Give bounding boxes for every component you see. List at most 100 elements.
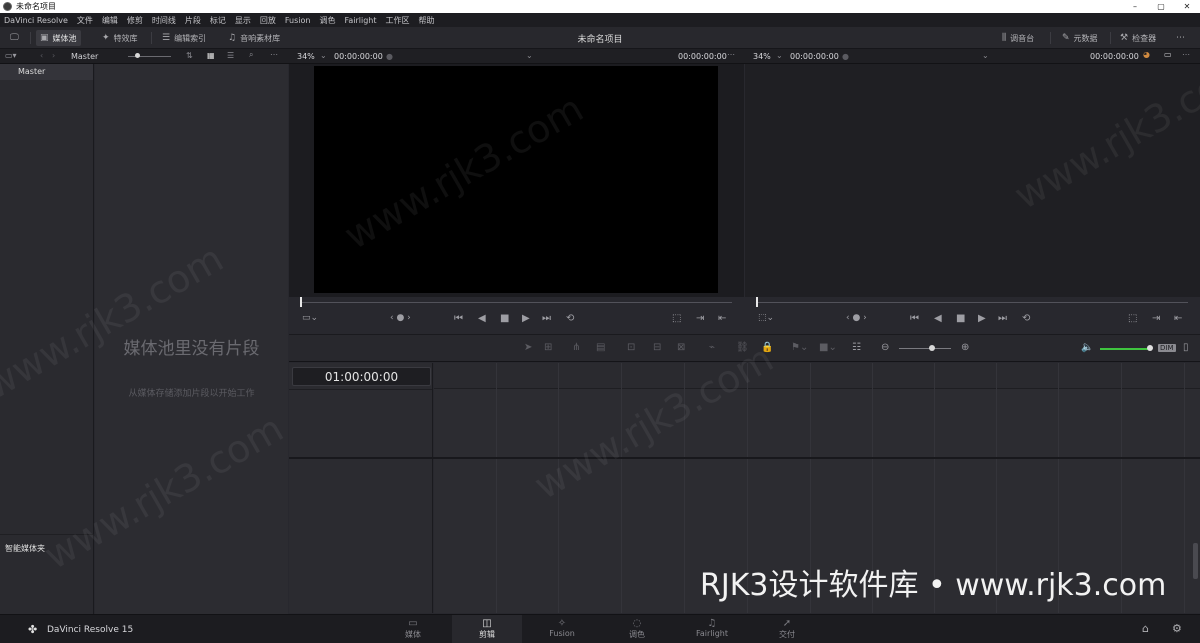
more-options-button[interactable]: ⋯	[1172, 30, 1193, 46]
snapping-icon[interactable]: ⌁	[709, 342, 715, 353]
layout-toggle-button[interactable]: 🖵	[6, 30, 27, 46]
source-zoom-chevron-icon[interactable]: ⌄	[320, 51, 327, 60]
page-tab-media[interactable]: ▭ 媒体	[378, 615, 448, 643]
timeline-go-to-start-icon[interactable]: ⏮	[910, 313, 919, 324]
source-view-options-icon[interactable]: ▭⌄	[302, 313, 318, 323]
menu-trim[interactable]: 修剪	[127, 15, 143, 26]
timeline-jog-icon[interactable]: ‹ ● ›	[846, 313, 867, 323]
timeline-viewer-options-icon[interactable]: ⋯	[1182, 50, 1190, 59]
linked-selection-icon[interactable]: ⛓	[736, 342, 749, 353]
edit-index-button[interactable]: ☰ 编辑索引	[158, 30, 210, 46]
timeline-stop-icon[interactable]: ■	[956, 313, 965, 324]
timeline-zoom-handle[interactable]	[929, 345, 935, 351]
master-bin[interactable]: Master	[0, 64, 93, 80]
source-scrubber[interactable]	[300, 296, 732, 308]
source-playhead[interactable]	[300, 297, 302, 307]
mark-in-icon[interactable]: ⇥	[696, 313, 704, 324]
maximize-button[interactable]: ▢	[1148, 0, 1174, 13]
menu-davinci[interactable]: DaVinci Resolve	[4, 16, 68, 25]
menu-help[interactable]: 帮助	[419, 15, 435, 26]
mixer-button[interactable]: ⫼ 调音台	[998, 30, 1038, 46]
menu-edit[interactable]: 编辑	[102, 15, 118, 26]
back-icon[interactable]: ‹	[40, 51, 43, 60]
blade-tool-icon[interactable]: ▤	[596, 342, 605, 353]
page-tab-fusion[interactable]: ✧ Fusion	[527, 615, 597, 643]
match-frame-icon[interactable]: ⬚	[672, 313, 681, 324]
timeline-scrubber[interactable]	[756, 296, 1188, 308]
trim-tool-icon[interactable]: ⊞	[544, 342, 552, 353]
page-tab-deliver[interactable]: ➚ 交付	[752, 615, 822, 643]
timeline-dropdown-icon[interactable]: ⌄	[982, 51, 989, 60]
source-viewer[interactable]	[289, 64, 744, 297]
zoom-in-icon[interactable]: ⊕	[961, 342, 969, 353]
flag-icon[interactable]: ⚑⌄	[791, 342, 808, 353]
audio-meter-icon[interactable]: ▯	[1183, 342, 1189, 353]
grid-view-icon[interactable]: ▦	[207, 51, 215, 60]
timeline-zoom-chevron-icon[interactable]: ⌄	[776, 51, 783, 60]
video-audio-divider[interactable]	[289, 457, 1200, 459]
stop-icon[interactable]: ■	[500, 313, 509, 324]
color-palette-icon[interactable]: ◕	[1143, 50, 1150, 59]
timeline-zoom-level[interactable]: 34%	[753, 52, 771, 61]
timeline-mark-in-icon[interactable]: ⇥	[1152, 313, 1160, 324]
menu-fairlight[interactable]: Fairlight	[344, 16, 376, 25]
menu-fusion[interactable]: Fusion	[285, 16, 311, 25]
timeline-loop-icon[interactable]: ⟲	[1022, 313, 1030, 324]
home-icon[interactable]: ⌂	[1142, 622, 1149, 635]
close-button[interactable]: ✕	[1174, 0, 1200, 13]
timeline-play-reverse-icon[interactable]: ◀	[934, 313, 942, 324]
timeline-zoom-slider[interactable]	[899, 348, 951, 349]
speaker-icon[interactable]: 🔈	[1081, 342, 1093, 353]
smart-bins-header[interactable]: 智能媒体夹	[0, 534, 94, 554]
source-clip-dropdown-icon[interactable]: ⌄	[526, 51, 533, 60]
timeline-timecode[interactable]: 01:00:00:00	[292, 367, 431, 386]
volume-slider[interactable]	[1100, 348, 1150, 350]
timeline-view-options-icon[interactable]: ⬚⌄	[758, 313, 774, 323]
volume-handle[interactable]	[1147, 345, 1153, 351]
timeline-view-icon[interactable]: ☷	[852, 342, 861, 353]
marker-icon[interactable]: ■⌄	[819, 342, 837, 353]
inspector-button[interactable]: ⚒ 检查器	[1116, 30, 1160, 46]
source-zoom-level[interactable]: 34%	[297, 52, 315, 61]
search-icon[interactable]: ⌕	[249, 50, 253, 60]
timeline-ruler[interactable]	[434, 363, 1200, 389]
overwrite-clip-icon[interactable]: ⊟	[653, 342, 661, 353]
thumbnail-size-handle[interactable]	[135, 53, 140, 58]
forward-icon[interactable]: ›	[52, 51, 55, 60]
selection-tool-icon[interactable]: ➤	[524, 342, 532, 353]
menu-mark[interactable]: 标记	[210, 15, 226, 26]
timeline-play-icon[interactable]: ▶	[978, 313, 986, 324]
mark-out-icon[interactable]: ⇤	[718, 313, 726, 324]
menu-file[interactable]: 文件	[77, 15, 93, 26]
metadata-button[interactable]: ✎ 元数据	[1058, 30, 1102, 46]
media-pool-options-icon[interactable]: ⋯	[270, 50, 278, 59]
menu-color[interactable]: 调色	[319, 15, 335, 26]
replace-clip-icon[interactable]: ⊠	[677, 342, 685, 353]
menu-workspace[interactable]: 工作区	[386, 15, 410, 26]
media-pool-panel[interactable]: 媒体池里没有片段 从媒体存储添加片段以开始工作	[95, 64, 288, 614]
media-pool-button[interactable]: ▣ 媒体池	[36, 30, 81, 46]
play-icon[interactable]: ▶	[522, 313, 530, 324]
source-jog-icon[interactable]: ‹ ● ›	[390, 313, 411, 323]
minimize-button[interactable]: –	[1122, 0, 1148, 13]
menu-view[interactable]: 显示	[235, 15, 251, 26]
timeline-vertical-scrollbar[interactable]	[1193, 543, 1198, 579]
single-viewer-icon[interactable]: ▭	[1164, 50, 1172, 59]
dynamic-trim-icon[interactable]: ⋔	[572, 342, 580, 353]
loop-icon[interactable]: ⟲	[566, 313, 574, 324]
source-viewer-options-icon[interactable]: ⋯	[727, 50, 735, 59]
page-tab-edit[interactable]: ◫ 剪辑	[452, 615, 522, 643]
timeline-mark-out-icon[interactable]: ⇤	[1174, 313, 1182, 324]
settings-gear-icon[interactable]: ⚙	[1172, 622, 1182, 635]
zoom-out-icon[interactable]: ⊖	[881, 342, 889, 353]
insert-clip-icon[interactable]: ⊡	[627, 342, 635, 353]
effects-library-button[interactable]: ✦ 特效库	[98, 30, 142, 46]
position-lock-icon[interactable]: 🔒	[761, 342, 773, 353]
timeline-viewer-playhead[interactable]	[756, 297, 758, 307]
timeline-match-frame-icon[interactable]: ⬚	[1128, 313, 1137, 324]
sound-library-button[interactable]: ♫ 音响素材库	[224, 30, 284, 46]
page-tab-color[interactable]: ◌ 调色	[602, 615, 672, 643]
timeline-go-to-end-icon[interactable]: ⏭	[998, 313, 1007, 324]
play-reverse-icon[interactable]: ◀	[478, 313, 486, 324]
menu-clip[interactable]: 片段	[185, 15, 201, 26]
